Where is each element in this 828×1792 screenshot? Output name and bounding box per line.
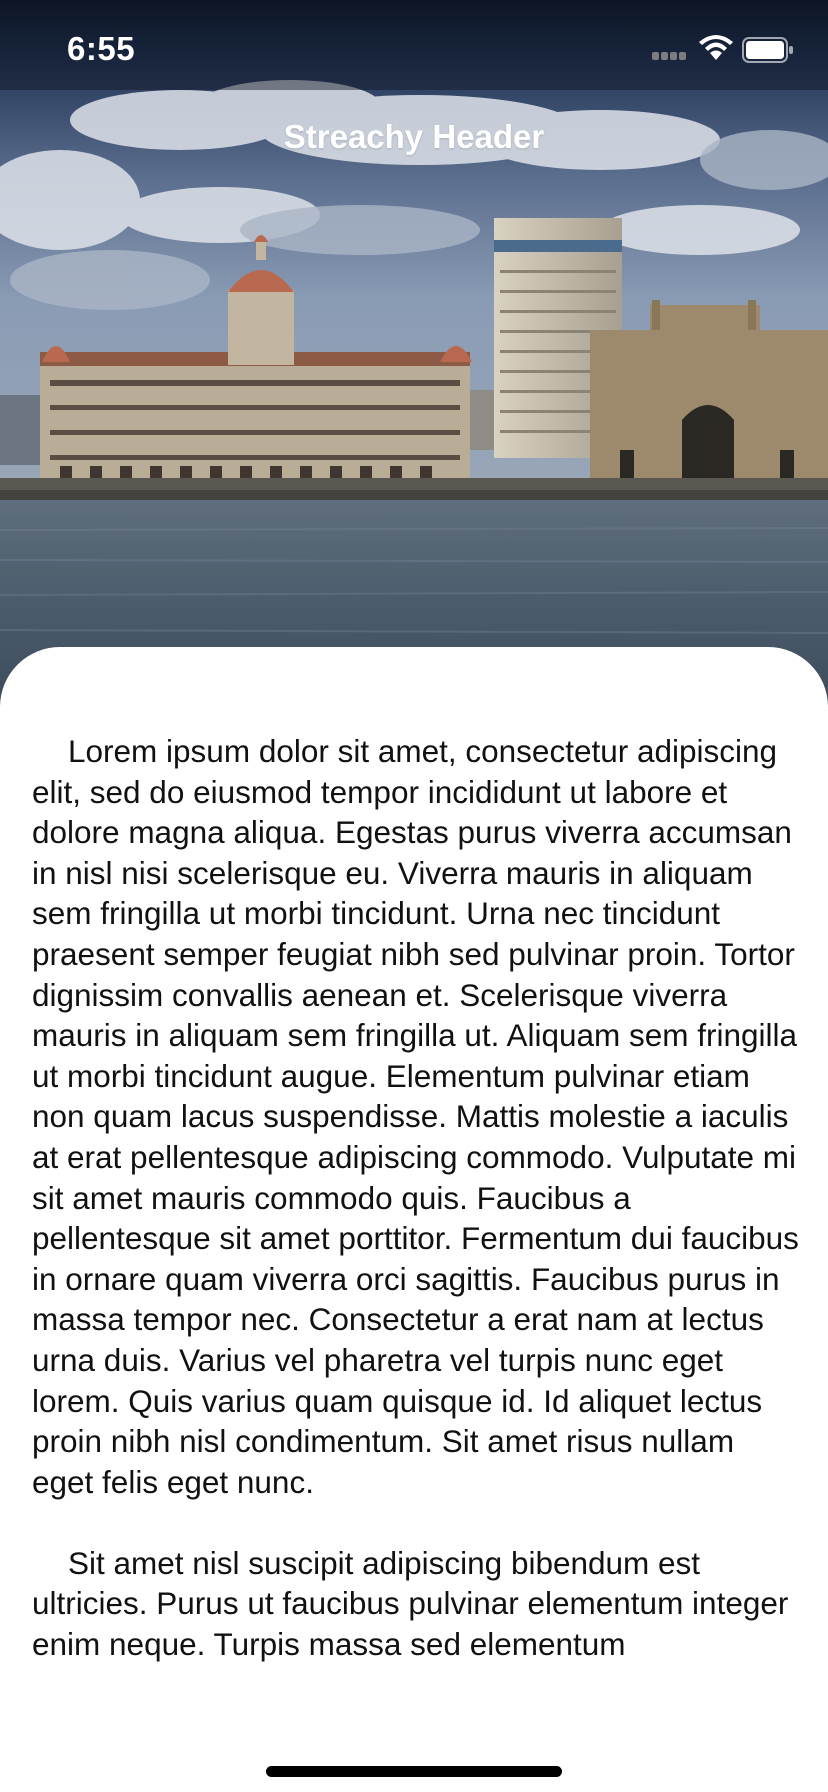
paragraph: Sit amet nisl suscipit adipiscing bibend… [32,1544,789,1663]
paragraph: Lorem ipsum dolor sit amet, consectetur … [32,733,799,1500]
status-time: 6:55 [67,30,136,67]
home-indicator[interactable] [266,1766,562,1777]
battery-icon [742,37,794,63]
status-bar: 6:55 [0,0,828,100]
header-image [0,0,828,705]
article-body[interactable]: Lorem ipsum dolor sit amet, consectetur … [32,731,802,1701]
wifi-icon [698,34,734,62]
signal-bars-icon [652,52,690,62]
skyline-photo [0,0,828,705]
content-card[interactable]: Lorem ipsum dolor sit amet, consectetur … [0,647,828,1747]
page-title: Streachy Header [283,118,545,155]
app-screen: 6:55 Streachy Header Lorem ipsum dolor s… [0,0,828,1792]
